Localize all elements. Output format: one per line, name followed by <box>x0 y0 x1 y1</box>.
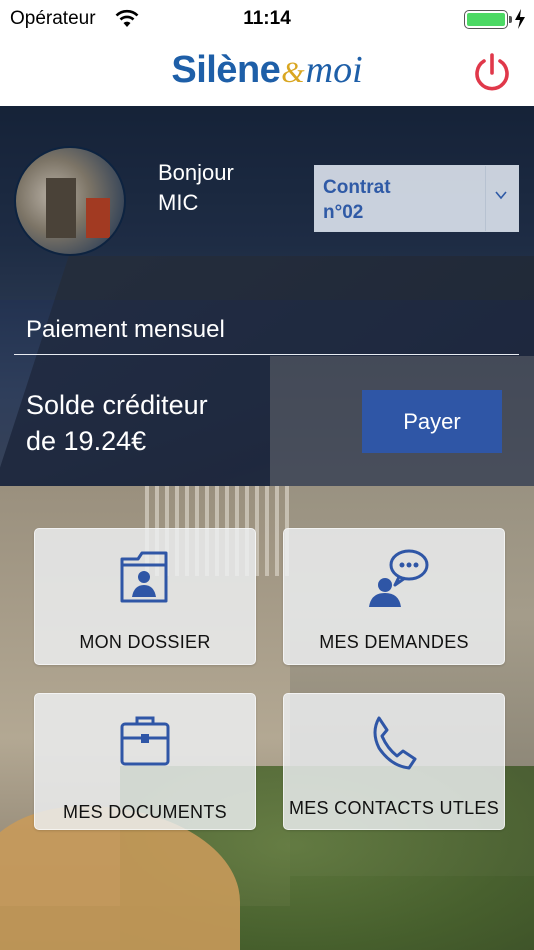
greeting-name: MIC <box>158 190 199 215</box>
app-logo: Silène&moi <box>0 48 534 92</box>
avatar[interactable] <box>14 146 126 256</box>
balance-text: Solde créditeur de 19.24€ <box>26 387 208 459</box>
user-chat-icon <box>369 549 429 607</box>
tile-label: MES DOCUMENTS <box>63 802 227 822</box>
tile-mes-demandes[interactable]: MES DEMANDES <box>283 528 505 665</box>
chevron-down-icon <box>495 191 507 200</box>
tile-label: MON DOSSIER <box>79 632 211 652</box>
contract-label-line1: Contrat <box>323 177 391 198</box>
battery-tip <box>509 16 512 23</box>
contract-select[interactable]: Contrat n°02 <box>314 165 519 232</box>
tile-label: MES DEMANDES <box>319 632 469 652</box>
tile-mes-contacts[interactable]: MES CONTACTS UTLES <box>283 693 505 830</box>
tile-label: MES CONTACTS UTLES <box>288 798 500 818</box>
status-bar: Opérateur 11:14 <box>0 0 534 40</box>
folder-user-icon <box>120 551 168 603</box>
tile-mon-dossier[interactable]: MON DOSSIER <box>34 528 256 665</box>
payment-title: Paiement mensuel <box>26 316 225 343</box>
clock: 11:14 <box>243 8 291 29</box>
balance-line2: de 19.24€ <box>26 426 147 456</box>
contract-label-line2: n°02 <box>323 202 364 223</box>
payment-divider <box>14 354 519 355</box>
briefcase-icon <box>120 716 170 766</box>
contract-divider <box>485 166 486 231</box>
balance-line1: Solde créditeur <box>26 390 208 420</box>
pay-button[interactable]: Payer <box>362 390 502 453</box>
battery-icon <box>464 10 508 29</box>
phone-icon <box>373 716 417 770</box>
contract-label: Contrat n°02 <box>323 175 391 225</box>
greeting: Bonjour MIC <box>158 158 234 218</box>
charging-bolt-icon <box>515 9 525 29</box>
logo-ampersand: & <box>281 56 305 89</box>
greeting-hello: Bonjour <box>158 160 234 185</box>
app-header: Silène&moi <box>0 40 534 106</box>
logo-text-silene: Silène <box>171 49 281 91</box>
tile-mes-documents[interactable]: MES DOCUMENTS <box>34 693 256 830</box>
logo-text-moi: moi <box>305 49 363 91</box>
power-icon[interactable] <box>472 52 512 94</box>
